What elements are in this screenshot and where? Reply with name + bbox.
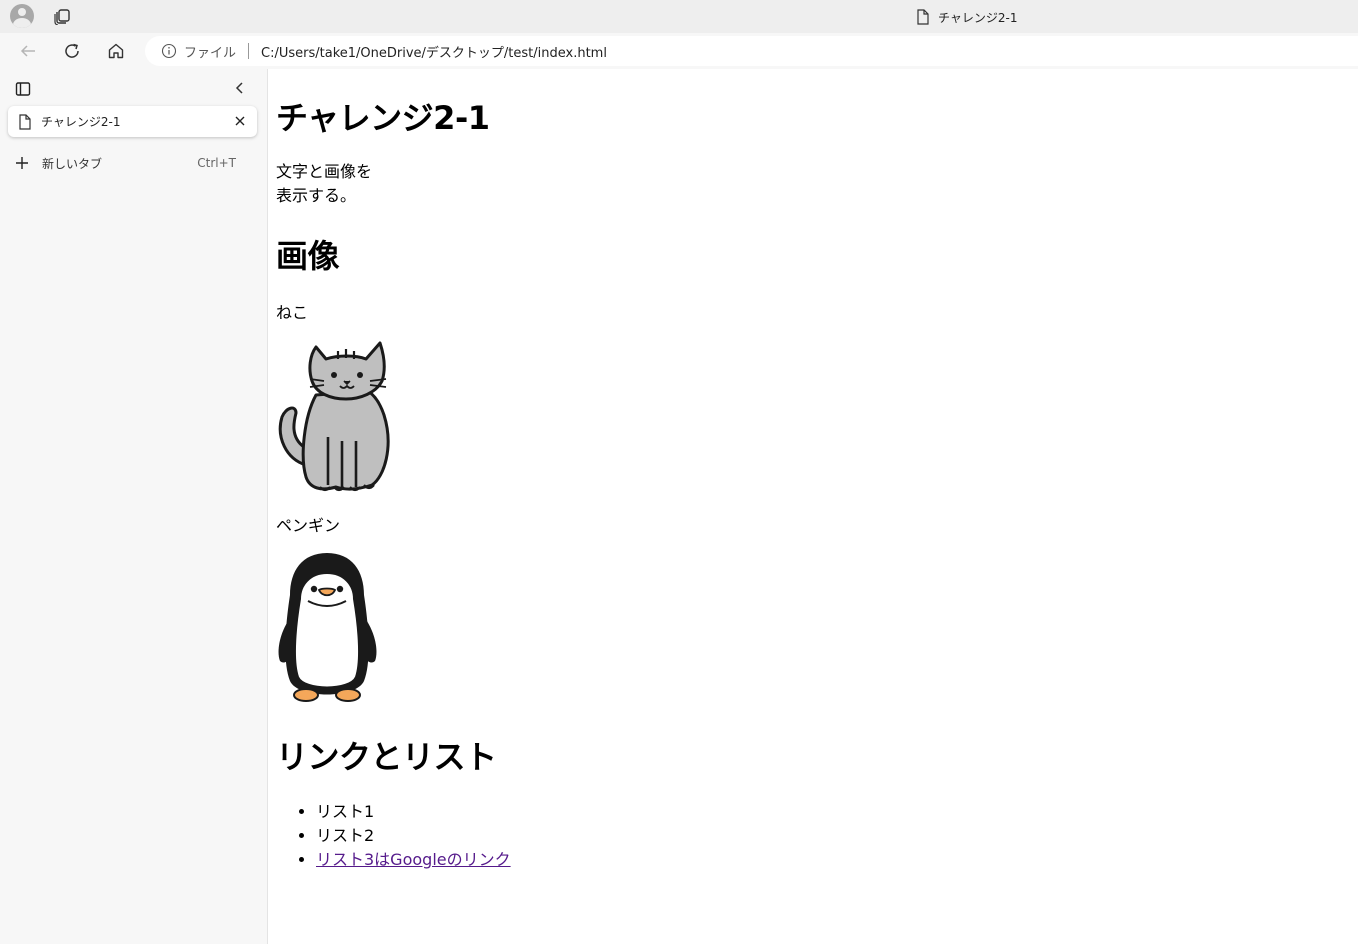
penguin-illustration — [278, 553, 377, 702]
site-info[interactable]: ファイル — [161, 42, 236, 61]
link-list: リスト1 リスト2 リスト3はGoogleのリンク — [316, 800, 511, 872]
back-arrow-icon — [20, 45, 35, 57]
list-item: リスト2 — [316, 824, 511, 848]
refresh-button[interactable] — [61, 40, 83, 62]
cat-illustration — [278, 341, 390, 492]
plus-icon — [16, 157, 28, 169]
page-content: チャレンジ2-1 文字と画像を 表示する。 画像 ねこ ペンギン リンクとリスト… — [276, 69, 1356, 944]
document-icon — [19, 113, 31, 130]
profile-avatar[interactable] — [10, 4, 34, 28]
new-tab-shortcut: Ctrl+T — [197, 156, 236, 170]
title-bar: チャレンジ2-1 — [0, 0, 1358, 33]
new-tab-label: 新しいタブ — [42, 156, 103, 171]
workspaces-icon[interactable] — [53, 7, 71, 25]
address-divider — [248, 43, 250, 59]
home-button[interactable] — [105, 40, 127, 62]
vertical-tabs-sidebar: チャレンジ2-1 新しいタブ Ctrl+T — [0, 69, 268, 944]
address-bar[interactable]: ファイル C:/Users/take1/OneDrive/デスクトップ/test… — [145, 36, 1358, 66]
page-heading: チャレンジ2-1 — [276, 99, 490, 137]
document-icon — [917, 9, 929, 25]
navigation-bar: ファイル C:/Users/take1/OneDrive/デスクトップ/test… — [0, 33, 1358, 69]
images-heading: 画像 — [276, 237, 340, 275]
back-button[interactable] — [17, 40, 39, 62]
collapse-sidebar-icon[interactable] — [231, 79, 249, 97]
list-item: リスト1 — [316, 800, 511, 824]
links-heading: リンクとリスト — [276, 738, 497, 776]
list-item: リスト3はGoogleのリンク — [316, 848, 511, 872]
window-title-text: チャレンジ2-1 — [938, 10, 1018, 25]
scheme-label: ファイル — [184, 45, 237, 61]
description-line: 表示する。 — [276, 186, 357, 205]
tab-item-active[interactable]: チャレンジ2-1 — [8, 106, 257, 137]
window-title: チャレンジ2-1 — [916, 7, 1017, 27]
google-link[interactable]: リスト3はGoogleのリンク — [316, 850, 511, 869]
refresh-icon — [65, 43, 79, 58]
penguin-caption: ペンギン — [276, 516, 341, 535]
tab-actions-icon[interactable] — [14, 80, 32, 98]
cat-caption: ねこ — [276, 303, 309, 322]
description-line: 文字と画像を — [276, 162, 373, 181]
info-icon — [161, 43, 177, 59]
url-text[interactable]: C:/Users/take1/OneDrive/デスクトップ/test/inde… — [261, 42, 607, 61]
close-tab-icon[interactable] — [233, 114, 247, 128]
tab-label: チャレンジ2-1 — [41, 115, 121, 129]
home-icon — [108, 43, 124, 59]
new-tab-button[interactable]: 新しいタブ Ctrl+T — [14, 153, 244, 173]
description-paragraph: 文字と画像を 表示する。 — [276, 160, 372, 208]
